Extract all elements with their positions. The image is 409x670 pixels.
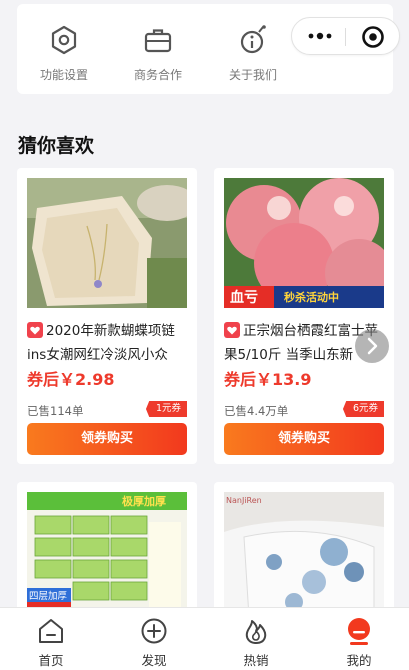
heart-tag-icon	[27, 322, 43, 338]
sold-count: 已售4.4万单	[224, 404, 289, 418]
tab-home[interactable]: 首页	[21, 616, 81, 669]
product-price: 券后￥2.98	[27, 370, 115, 389]
profile-icon	[348, 618, 370, 645]
get-coupon-buy-button[interactable]: 领券购买	[27, 423, 187, 455]
svg-text:秒杀活动中: 秒杀活动中	[284, 290, 339, 304]
svg-text:极厚加厚: 极厚加厚	[122, 494, 166, 508]
product-image	[27, 178, 187, 308]
get-coupon-buy-button[interactable]: 领券购买	[224, 423, 384, 455]
menu-item-settings[interactable]: 功能设置	[19, 24, 109, 83]
product-title: 2020年新款蝴蝶项链ins女潮网红冷淡风小众	[27, 322, 175, 363]
tab-hot-sale[interactable]: 热销	[226, 616, 286, 669]
sold-count: 已售114单	[27, 404, 84, 418]
chevron-right-icon	[367, 337, 378, 355]
info-bulb-icon	[240, 25, 266, 54]
hexagon-settings-icon	[51, 25, 77, 55]
scroll-right-button[interactable]	[355, 329, 389, 363]
product-image: NanJiRen	[224, 492, 384, 622]
mini-program-capsule	[291, 17, 400, 55]
menu-item-about[interactable]: 关于我们	[208, 24, 298, 83]
product-image: 极厚加厚 四层加厚 40	[27, 492, 187, 622]
flame-icon	[245, 620, 267, 644]
top-strip-cutoff	[0, 0, 409, 3]
tab-label: 我的	[346, 653, 372, 668]
tab-mine[interactable]: 我的	[329, 616, 389, 669]
discover-plus-icon	[141, 618, 167, 644]
product-card[interactable]: 极厚加厚 四层加厚 40	[17, 482, 197, 622]
bottom-tab-bar: 首页 发现 热销 我的	[0, 607, 409, 670]
tab-label: 热销	[243, 653, 269, 668]
home-icon	[39, 619, 63, 643]
briefcase-icon	[144, 29, 172, 53]
menu-item-business[interactable]: 商务合作	[113, 24, 203, 83]
product-price: 券后￥13.9	[224, 370, 312, 389]
tab-label: 发现	[141, 653, 167, 668]
product-card[interactable]: 血亏 秒杀活动中 正宗烟台栖霞红富士苹果5/10斤 当季山东新 券后￥13.9 …	[214, 168, 394, 464]
product-image: 血亏 秒杀活动中	[224, 178, 384, 308]
menu-item-label: 功能设置	[39, 68, 88, 82]
menu-item-label: 商务合作	[133, 68, 182, 82]
product-card[interactable]: 2020年新款蝴蝶项链ins女潮网红冷淡风小众 券后￥2.98 已售114单 1…	[17, 168, 197, 464]
tab-label: 首页	[38, 653, 64, 668]
capsule-divider	[345, 28, 346, 46]
menu-item-label: 关于我们	[228, 68, 277, 82]
coupon-badge: 6元券	[342, 401, 384, 417]
tab-discover[interactable]: 发现	[124, 616, 184, 669]
coupon-badge: 1元券	[145, 401, 187, 417]
svg-text:四层加厚: 四层加厚	[29, 591, 68, 602]
svg-text:血亏: 血亏	[230, 289, 258, 306]
section-title: 猜你喜欢	[18, 135, 95, 157]
svg-text:NanJiRen: NanJiRen	[226, 496, 262, 505]
target-close-icon[interactable]	[361, 25, 385, 49]
heart-tag-icon	[224, 322, 240, 338]
product-card[interactable]: NanJiRen	[214, 482, 394, 622]
more-dots-icon[interactable]	[306, 27, 334, 45]
